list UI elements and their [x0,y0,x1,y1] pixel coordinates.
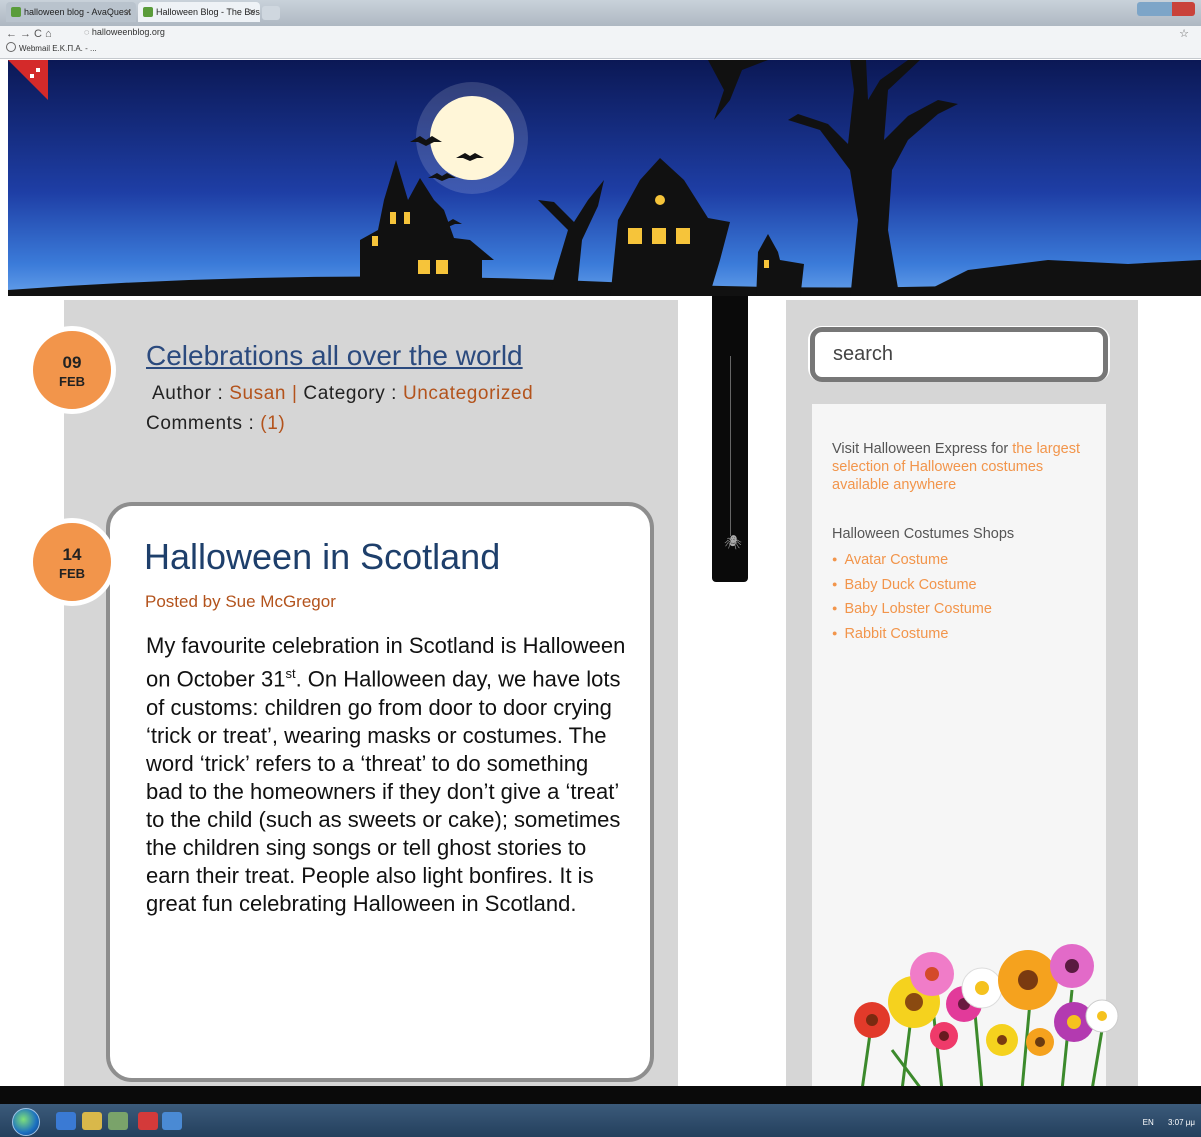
browser-tab-2[interactable]: Halloween Blog - The Best ✕ [138,2,260,22]
comments-line: Comments : (1) [146,413,285,435]
favicon-icon [11,7,21,17]
reload-icon[interactable]: C [34,28,45,40]
chrome-icon[interactable] [138,1112,158,1130]
author-prefix: Author : [152,383,230,404]
flowers-image [854,944,1119,1090]
date-month: FEB [59,374,85,389]
url-text: halloweenblog.org [91,27,165,37]
posted-by-line: Posted by Sue McGregor [145,592,336,611]
post-title[interactable]: Halloween in Scotland [144,536,500,578]
haunted-night-scene-image [8,60,1201,300]
post-body-part: . On Halloween day, we have lots of cust… [146,666,621,917]
comments-link[interactable]: (1) [260,413,285,434]
spider-icon: 🕷 [724,534,742,550]
post-date-badge: 14 FEB [28,518,116,606]
author-link[interactable]: Susan | [229,383,297,404]
window-controls[interactable] [1137,2,1195,16]
date-day: 09 [62,353,82,372]
tab-label: halloween blog - AvaQuest [24,7,131,17]
tab-label: Halloween Blog - The Best [156,7,260,17]
address-bar[interactable]: ◌ halloweenblog.org [84,27,165,37]
bookmark-star-icon[interactable]: ☆ [1179,27,1189,40]
start-button-icon[interactable] [12,1108,40,1136]
nav-buttons: ←→C⌂ [6,28,55,40]
page-bottom-border [0,1086,1201,1104]
category-prefix: Category : [297,383,403,404]
app-icon[interactable] [162,1112,182,1130]
post-date-badge: 09 FEB [28,326,116,414]
comments-prefix: Comments : [146,413,261,434]
post-meta-line: Author : Susan | Category : Uncategorize… [152,383,533,405]
bookmark-label: Webmail Ε.Κ.Π.Α. - ... [19,44,97,53]
browser-toolbar: ←→C⌂ ◌ halloweenblog.org ☆ Webmail Ε.Κ.Π… [0,26,1201,59]
date-month: FEB [59,566,85,581]
favicon-icon [143,7,153,17]
post-body-superscript: st [285,666,296,682]
search-input[interactable] [810,327,1108,382]
shop-link-baby-lobster[interactable]: Baby Lobster Costume [832,597,992,622]
shop-link-rabbit[interactable]: Rabbit Costume [832,622,992,647]
spider-thread [730,356,731,536]
screen: halloween blog - AvaQuest ✕ Halloween Bl… [0,0,1201,1137]
system-tray: EN 3:07 μμ [1143,1118,1195,1127]
shops-title: Halloween Costumes Shops [832,526,1015,542]
internet-explorer-icon[interactable] [56,1112,76,1130]
post-title-link[interactable]: Celebrations all over the world [146,340,523,372]
bookmark-item[interactable]: Webmail Ε.Κ.Π.Α. - ... [6,42,97,53]
post-body-text: My favourite celebration in Scotland is … [146,632,628,918]
promo-text: Visit Halloween Express for the largest … [832,440,1088,494]
header-banner [8,60,1201,300]
shop-link-baby-duck[interactable]: Baby Duck Costume [832,573,992,598]
language-indicator[interactable]: EN [1143,1118,1154,1127]
bookmark-favicon-icon [6,42,16,52]
category-link[interactable]: Uncategorized [403,383,533,404]
corner-ribbon-icon[interactable] [8,60,48,100]
date-day: 14 [62,545,82,564]
file-explorer-icon[interactable] [82,1112,102,1130]
browser-tab-1[interactable]: halloween blog - AvaQuest ✕ [6,2,136,22]
tab-close-icon[interactable]: ✕ [248,2,256,22]
home-icon[interactable]: ⌂ [45,28,55,40]
new-tab-button[interactable] [262,6,280,20]
back-icon[interactable]: ← [6,28,20,40]
promo-prefix: Visit Halloween Express for [832,441,1013,457]
shop-link-avatar[interactable]: Avatar Costume [832,548,992,573]
forward-icon[interactable]: → [20,28,34,40]
browser-tabstrip: halloween blog - AvaQuest ✕ Halloween Bl… [0,0,1201,26]
shops-list: Avatar Costume Baby Duck Costume Baby Lo… [832,548,992,646]
clock[interactable]: 3:07 μμ [1168,1118,1195,1127]
tab-close-icon[interactable]: ✕ [124,2,132,22]
media-player-icon[interactable] [108,1112,128,1130]
